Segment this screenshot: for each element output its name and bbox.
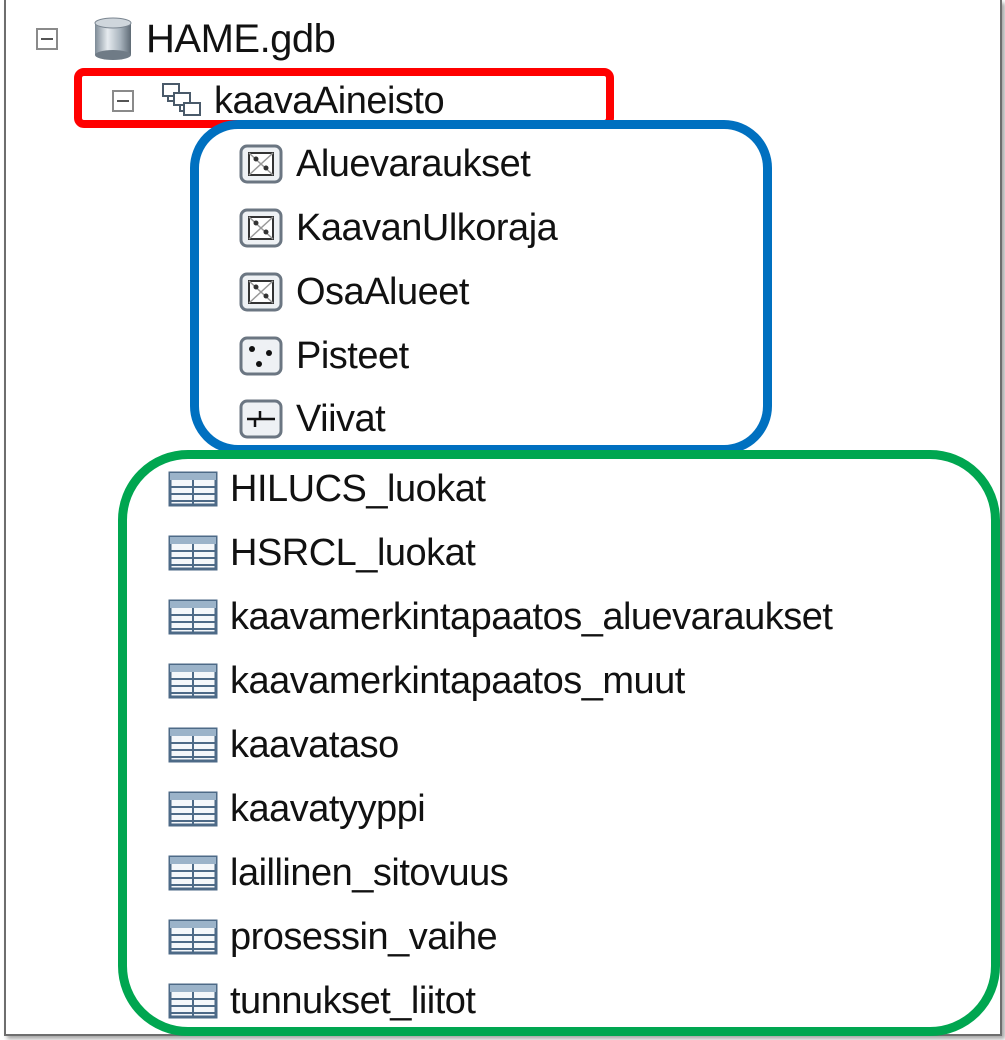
- feature-class-label: Aluevaraukset: [296, 143, 531, 185]
- table-icon: [168, 791, 218, 827]
- geodatabase-label: HAME.gdb: [146, 17, 336, 61]
- table-label: kaavatyyppi: [230, 788, 426, 830]
- tree-node-table[interactable]: prosessin_vaihe: [168, 906, 498, 968]
- line-feature-class-icon: [239, 399, 283, 439]
- tree-node-table[interactable]: tunnukset_liitot: [168, 970, 476, 1032]
- polygon-feature-class-icon: [239, 208, 283, 248]
- tree-node-table[interactable]: laillinen_sitovuus: [168, 842, 509, 904]
- tree-node-feature-class[interactable]: Pisteet: [238, 325, 409, 387]
- tree-node-table[interactable]: HSRCL_luokat: [168, 522, 476, 584]
- feature-dataset-label: kaavaAineisto: [214, 80, 445, 122]
- table-icon: [168, 535, 218, 571]
- table-label: laillinen_sitovuus: [230, 852, 509, 894]
- catalog-tree-panel: HAME.gdb kaavaAineisto Aluevaraukset Kaa…: [4, 0, 1002, 1036]
- tree-node-feature-class[interactable]: OsaAlueet: [238, 261, 469, 323]
- collapse-toggle-icon[interactable]: [112, 90, 134, 112]
- table-icon: [168, 983, 218, 1019]
- tree-node-geodatabase[interactable]: HAME.gdb: [36, 8, 336, 70]
- tree-node-table[interactable]: HILUCS_luokat: [168, 458, 486, 520]
- table-icon: [168, 727, 218, 763]
- table-icon: [168, 599, 218, 635]
- tree-node-table[interactable]: kaavamerkintapaatos_aluevaraukset: [168, 586, 833, 648]
- tree-node-feature-class[interactable]: Aluevaraukset: [238, 133, 531, 195]
- table-icon: [168, 471, 218, 507]
- tree-node-feature-class[interactable]: KaavanUlkoraja: [238, 197, 558, 259]
- table-label: kaavataso: [230, 724, 399, 766]
- tree-node-table[interactable]: kaavatyyppi: [168, 778, 426, 840]
- polygon-feature-class-icon: [239, 144, 283, 184]
- tree-node-table[interactable]: kaavamerkintapaatos_muut: [168, 650, 685, 712]
- table-label: HSRCL_luokat: [230, 532, 476, 574]
- table-icon: [168, 855, 218, 891]
- tree-node-feature-dataset[interactable]: kaavaAineisto: [112, 70, 445, 132]
- feature-dataset-icon: [162, 83, 201, 116]
- tree-node-table[interactable]: kaavataso: [168, 714, 399, 776]
- feature-class-label: KaavanUlkoraja: [296, 207, 558, 249]
- feature-class-label: OsaAlueet: [296, 271, 469, 313]
- table-icon: [168, 919, 218, 955]
- table-label: tunnukset_liitot: [230, 980, 476, 1022]
- polygon-feature-class-icon: [239, 272, 283, 312]
- table-icon: [168, 663, 218, 699]
- table-label: kaavamerkintapaatos_muut: [230, 660, 685, 702]
- feature-class-label: Viivat: [296, 398, 386, 440]
- feature-class-label: Pisteet: [296, 335, 409, 377]
- tree-node-feature-class[interactable]: Viivat: [238, 388, 386, 450]
- geodatabase-icon: [94, 17, 132, 60]
- point-feature-class-icon: [239, 336, 283, 376]
- table-label: HILUCS_luokat: [230, 468, 486, 510]
- collapse-toggle-icon[interactable]: [36, 28, 58, 50]
- table-label: kaavamerkintapaatos_aluevaraukset: [230, 596, 833, 638]
- table-label: prosessin_vaihe: [230, 916, 498, 958]
